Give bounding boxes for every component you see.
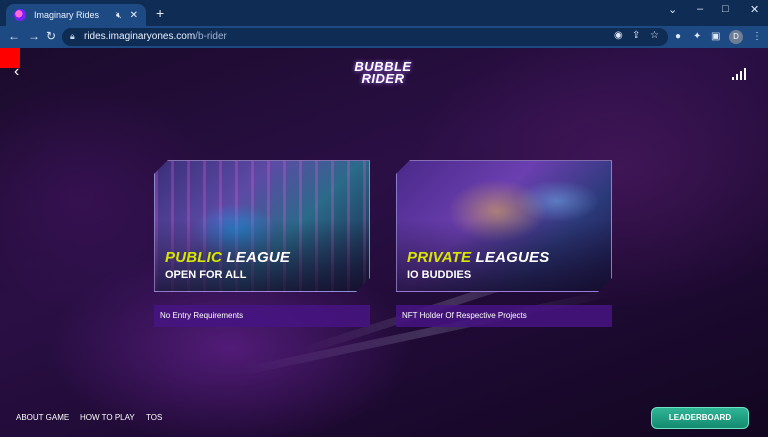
- extension-avatar-icon[interactable]: ●: [675, 31, 681, 42]
- lock-icon[interactable]: 🔒︎: [70, 31, 75, 42]
- back-chevron-icon[interactable]: ‹: [14, 64, 19, 80]
- mute-icon[interactable]: 🔇︎: [116, 10, 122, 21]
- public-league-requirement: No Entry Requirements: [154, 305, 370, 327]
- extensions-icon[interactable]: ✦: [693, 31, 701, 42]
- about-game-link[interactable]: ABOUT GAME: [16, 413, 69, 422]
- card-title-accent: PUBLIC: [165, 249, 223, 266]
- card-title-rest: LEAGUE: [222, 249, 291, 266]
- url-text: rides.imaginaryones.com/b-rider: [84, 31, 227, 42]
- card-title: PUBLIC LEAGUE: [165, 249, 290, 266]
- bubble-rider-logo: BUBBLE RIDER: [352, 60, 414, 86]
- address-bar[interactable]: 🔒︎ rides.imaginaryones.com/b-rider ◉ ⇪ ☆: [62, 28, 668, 46]
- forward-arrow-icon[interactable]: →: [28, 29, 40, 43]
- url-path: /b-rider: [195, 31, 227, 42]
- card-title-accent: PRIVATE: [407, 249, 472, 266]
- star-icon[interactable]: ☆: [650, 30, 659, 41]
- favicon-icon: [14, 9, 26, 21]
- tos-link[interactable]: TOS: [146, 413, 162, 422]
- private-leagues-card[interactable]: PRIVATE LEAGUES IO BUDDIES: [396, 160, 612, 292]
- card-subtitle: OPEN FOR ALL: [165, 269, 247, 281]
- browser-tab[interactable]: Imaginary Rides 🔇︎ ✕: [6, 4, 146, 26]
- share-icon[interactable]: ⇪: [632, 30, 640, 41]
- back-arrow-icon[interactable]: ←: [8, 29, 20, 43]
- url-domain: rides.imaginaryones.com: [84, 31, 196, 42]
- media-icon[interactable]: ◉: [614, 30, 623, 41]
- game-page: ‹ BUBBLE RIDER PUBLIC LEAGUE OPEN FOR AL…: [0, 48, 768, 437]
- background-streak: [239, 289, 613, 376]
- card-subtitle: IO BUDDIES: [407, 269, 472, 281]
- new-tab-button[interactable]: +: [156, 6, 164, 20]
- profile-avatar[interactable]: D: [729, 30, 743, 44]
- close-icon[interactable]: ✕: [130, 10, 138, 21]
- signal-icon: [732, 68, 746, 80]
- reload-icon[interactable]: ↻: [46, 29, 56, 43]
- logo-line-2: RIDER: [361, 71, 405, 86]
- card-title-rest: LEAGUES: [471, 249, 550, 266]
- browser-toolbar: ← → ↻ 🔒︎ rides.imaginaryones.com/b-rider…: [0, 26, 768, 48]
- more-icon[interactable]: ⋮: [752, 31, 762, 42]
- private-leagues-requirement: NFT Holder Of Respective Projects: [396, 305, 612, 327]
- leaderboard-button[interactable]: LEADERBOARD: [651, 407, 749, 429]
- minimize-icon[interactable]: –: [697, 3, 703, 15]
- card-title: PRIVATE LEAGUES: [407, 249, 549, 266]
- window-close-icon[interactable]: ✕: [750, 3, 759, 16]
- browser-tabbar: Imaginary Rides 🔇︎ ✕ + ⌄ – □ ✕: [0, 0, 768, 26]
- public-league-card[interactable]: PUBLIC LEAGUE OPEN FOR ALL: [154, 160, 370, 292]
- maximize-icon[interactable]: □: [722, 3, 729, 15]
- sidepanel-icon[interactable]: ▣: [711, 31, 720, 42]
- how-to-play-link[interactable]: HOW TO PLAY: [80, 413, 135, 422]
- tab-search-icon[interactable]: ⌄: [668, 3, 677, 16]
- tab-title: Imaginary Rides: [34, 10, 100, 20]
